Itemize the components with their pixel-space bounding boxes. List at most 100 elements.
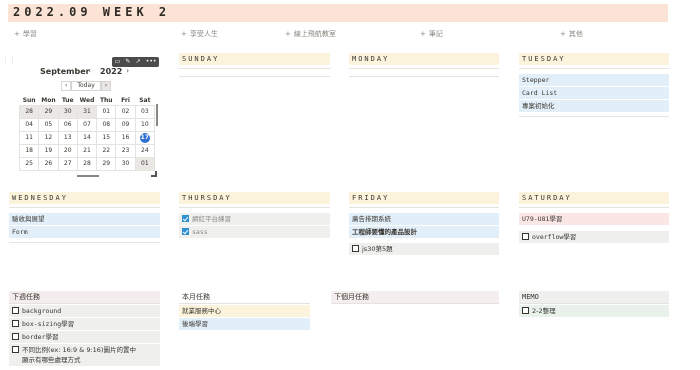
calendar-day[interactable]: 01 (134, 156, 156, 171)
todo-item[interactable]: overflow學習 (519, 231, 669, 243)
calendar-day-number: 01 (141, 160, 149, 167)
checkbox[interactable] (12, 320, 19, 327)
calendar-day[interactable]: 04 (18, 117, 40, 132)
checkbox[interactable] (522, 307, 529, 314)
checkbox[interactable] (12, 346, 19, 353)
divider (9, 303, 160, 304)
resize-handle-icon[interactable] (151, 171, 157, 177)
calendar-day[interactable]: 20 (57, 143, 78, 158)
checkbox[interactable] (522, 233, 529, 240)
add-other-link[interactable]: + 其他 (560, 29, 583, 39)
calendar-day[interactable]: 24 (134, 143, 156, 158)
calendar-day[interactable]: 05 (38, 117, 59, 132)
todo-item[interactable]: background (9, 305, 160, 317)
todo-item[interactable]: 網紅平台練習 (179, 213, 330, 225)
calendar-day[interactable]: 27 (57, 156, 78, 171)
list-item[interactable]: Card List (519, 87, 669, 99)
calendar-day-number: 01 (102, 108, 111, 115)
calendar-day[interactable]: 14 (76, 130, 98, 145)
checkbox[interactable] (352, 245, 359, 252)
calendar-day[interactable]: 10 (134, 117, 156, 132)
calendar-day[interactable]: 03 (134, 104, 156, 119)
calendar-next-button[interactable]: › (100, 81, 112, 91)
list-item[interactable]: 驗收與展望 (9, 213, 160, 225)
list-item[interactable]: 廣告排期系統 (349, 213, 499, 225)
add-enjoy-life-link[interactable]: + 享受人生 (181, 29, 218, 39)
calendar-day[interactable]: 06 (57, 117, 78, 132)
todo-item[interactable]: box-sizing學習 (9, 318, 160, 330)
list-item[interactable]: 後端學習 (179, 318, 310, 330)
checkbox[interactable] (12, 307, 19, 314)
calendar-day[interactable]: 08 (96, 117, 117, 132)
list-item[interactable]: 專案初始化 (519, 100, 669, 112)
next-month-header: 下個月任務 (331, 291, 499, 303)
calendar-day-number: 02 (121, 108, 130, 115)
calendar-day[interactable]: 21 (76, 143, 98, 158)
board-tuesday: TUESDAY Stepper Card List 專案初始化 (519, 53, 669, 117)
list-item[interactable]: Form (9, 226, 160, 238)
plus-icon: + (285, 30, 291, 38)
vertical-scrollbar[interactable] (156, 104, 158, 126)
add-notes-link[interactable]: + 筆記 (420, 29, 443, 39)
calendar-day[interactable]: 25 (18, 156, 40, 171)
list-item[interactable]: 就業服務中心 (179, 305, 310, 317)
calendar-grid: Sun Mon Tue Wed Thu Fri Sat 28 29 30 31 01 02 03 04 05… (18, 96, 156, 171)
checkbox-checked[interactable] (182, 215, 189, 222)
todo-item[interactable]: 2-2整理 (519, 305, 669, 317)
list-item[interactable]: Stepper (519, 74, 669, 86)
calendar-day-today[interactable]: 17 (134, 130, 156, 145)
todo-item[interactable]: js30第5題 (349, 243, 499, 255)
todo-item[interactable]: 不同比例(ex: 16:9 & 9:16)圖片的置中 顯示有哪些處理方式 (9, 344, 160, 366)
horizontal-scrollbar[interactable] (77, 175, 99, 177)
chevron-right-icon[interactable]: › (126, 66, 129, 75)
divider (179, 207, 330, 208)
calendar-day[interactable]: 12 (38, 130, 59, 145)
add-study-link[interactable]: + 學習 (14, 29, 37, 39)
calendar-day[interactable]: 16 (115, 130, 136, 145)
chevron-left-icon[interactable]: ‹ (88, 66, 91, 75)
calendar-day[interactable]: 23 (115, 143, 136, 158)
calendar-prev-button[interactable]: ‹ (61, 81, 72, 91)
calendar-day[interactable]: 30 (57, 104, 78, 119)
calendar-year: 2022 (100, 67, 123, 76)
calendar-day[interactable]: 28 (18, 104, 40, 119)
calendar-day[interactable]: 09 (115, 117, 136, 132)
calendar-day-number: 15 (102, 134, 111, 141)
divider (349, 207, 499, 208)
divider (9, 242, 160, 243)
calendar-day[interactable]: 22 (96, 143, 117, 158)
this-month-header: 本月任務 (182, 293, 210, 301)
todo-item[interactable]: sass (179, 226, 330, 238)
calendar-day[interactable]: 01 (96, 104, 117, 119)
calendar-day[interactable]: 02 (115, 104, 136, 119)
calendar-day-number: 29 (44, 108, 53, 115)
calendar-day[interactable]: 31 (76, 104, 98, 119)
drag-handle-icon[interactable]: ⋮⋮ (2, 57, 16, 64)
board-saturday: SATURDAY U79-U81學習 overflow學習 (519, 192, 669, 243)
add-online-class-link[interactable]: + 線上飛航教室 (285, 29, 336, 39)
calendar-day[interactable]: 30 (115, 156, 136, 171)
checkbox-checked[interactable] (182, 228, 189, 235)
list-item[interactable]: U79-U81學習 (519, 213, 669, 225)
calendar-day-number: 24 (141, 147, 149, 154)
calendar-day[interactable]: 29 (96, 156, 117, 171)
todo-item[interactable]: border學習 (9, 331, 160, 343)
calendar-day[interactable]: 13 (57, 130, 78, 145)
calendar-day[interactable]: 28 (76, 156, 98, 171)
checkbox[interactable] (12, 333, 19, 340)
comment-icon[interactable]: ▭ (115, 57, 121, 67)
calendar-day[interactable]: 11 (18, 130, 40, 145)
board-memo: MEMO 2-2整理 (519, 291, 669, 317)
calendar-day[interactable]: 15 (96, 130, 117, 145)
list-item[interactable]: 工程師要懂的產品設計 (349, 226, 499, 238)
divider (519, 303, 669, 304)
calendar-day[interactable]: 29 (38, 104, 59, 119)
calendar-day[interactable]: 26 (38, 156, 59, 171)
calendar-day[interactable]: 07 (76, 117, 98, 132)
calendar-today-button[interactable]: Today (71, 81, 101, 91)
calendar-day[interactable]: 18 (18, 143, 40, 158)
more-icon[interactable]: ••• (146, 57, 157, 67)
calendar-day[interactable]: 19 (38, 143, 59, 158)
open-icon[interactable]: ↗ (136, 57, 141, 67)
divider (179, 76, 330, 77)
